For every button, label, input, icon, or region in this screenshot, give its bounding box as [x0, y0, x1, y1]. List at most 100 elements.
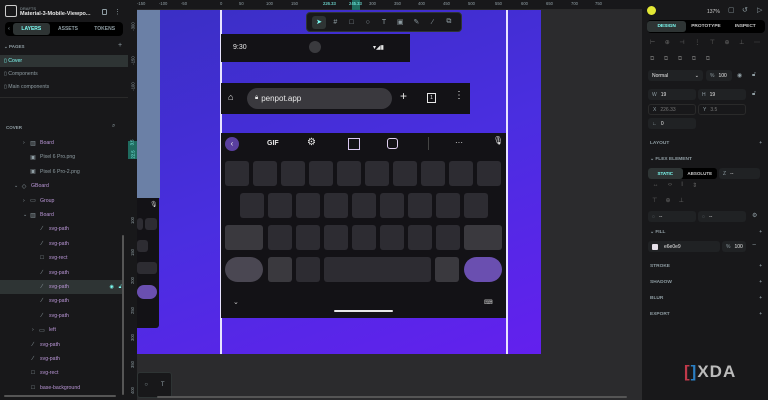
keyboard-key[interactable] — [380, 225, 404, 250]
layers-scrollbar[interactable] — [122, 235, 124, 395]
keyboard-key[interactable] — [421, 161, 445, 186]
keyboard-key[interactable] — [296, 257, 320, 282]
absolute-option[interactable]: ABSOLUTE — [683, 168, 718, 179]
keyboard-key[interactable] — [225, 161, 249, 186]
stroke-section[interactable]: STROKE + — [650, 264, 762, 269]
ellipse-tool-icon[interactable]: ○ — [361, 16, 375, 29]
keyboard-key[interactable] — [408, 225, 432, 250]
keyboard-key[interactable] — [296, 193, 320, 218]
keyboard-key[interactable] — [352, 193, 376, 218]
keyboard-key[interactable] — [464, 193, 488, 218]
keyboard-key[interactable] — [380, 193, 404, 218]
sizing-tools[interactable]: ↔ ‹› I ⇕ — [648, 182, 702, 189]
y-input[interactable]: Y 3.5 — [698, 104, 746, 115]
max-input[interactable]: ◌ -- — [698, 211, 746, 222]
keyboard-key[interactable] — [268, 193, 292, 218]
toggle-panel-icon[interactable] — [102, 9, 107, 15]
move-tool-icon[interactable]: ➤ — [312, 15, 327, 29]
keyboard-switch-icon[interactable]: ⌨ — [484, 299, 493, 306]
status-bar[interactable]: 9:30 ▾◢▮ — [221, 34, 410, 62]
overflow-menu-icon[interactable]: ⋮ — [454, 90, 464, 101]
pages-title[interactable]: ⌄ PAGES — [4, 44, 24, 50]
add-shadow-icon[interactable]: + — [759, 280, 762, 285]
selected-scan-icon[interactable] — [348, 138, 360, 150]
plugins-tool-icon[interactable]: ⧉ — [442, 16, 456, 29]
add-export-icon[interactable]: + — [759, 312, 762, 317]
zoom-level[interactable]: 137% — [707, 9, 720, 15]
visibility-icon[interactable]: ◉ — [737, 72, 742, 79]
keyboard-key[interactable] — [268, 225, 292, 250]
url-field[interactable]: 🔒︎ penpot.app — [247, 88, 392, 109]
proportion-lock-icon[interactable]: 🔓︎ — [752, 91, 756, 98]
avatar[interactable] — [647, 6, 656, 15]
keyboard-key[interactable] — [408, 193, 432, 218]
add-blur-icon[interactable]: + — [759, 296, 762, 301]
layer-item[interactable]: □ svg-rect — [0, 366, 124, 380]
keyboard-key[interactable] — [253, 161, 277, 186]
layout-section[interactable]: LAYOUT + — [650, 141, 762, 146]
layer-item[interactable]: ▣ Pixel 6 Pro.png — [0, 150, 124, 164]
tab-count[interactable]: 1 — [427, 93, 436, 103]
keyboard-key[interactable] — [324, 257, 431, 282]
keyboard-key[interactable] — [477, 161, 501, 186]
keyboard-key[interactable] — [240, 193, 264, 218]
align-tools[interactable]: ⊢ ⊕ ⊣ ⋮ ⊤ ⊕ ⊥ ⋯ — [650, 39, 760, 46]
circle-tool-icon[interactable]: ○ — [144, 382, 148, 388]
keyboard-key[interactable] — [464, 257, 502, 282]
keyboard-key[interactable] — [337, 161, 361, 186]
horizontal-scrollbar[interactable] — [4, 395, 116, 397]
play-icon[interactable]: ▷ — [757, 6, 762, 14]
keyboard-key[interactable] — [449, 161, 473, 186]
text-tool-icon[interactable]: T — [377, 16, 391, 29]
add-fill-icon[interactable]: + — [759, 230, 762, 235]
layer-item[interactable]: ∕ svg-path — [0, 266, 124, 280]
history-icon[interactable]: ↺ — [742, 6, 748, 14]
x-input[interactable]: X 226.33 — [648, 104, 696, 115]
mic-icon[interactable]: 🎙︎ — [493, 136, 503, 145]
radius-input[interactable]: ∟ 0 — [648, 118, 696, 129]
search-icon[interactable]: ⌕ — [112, 123, 115, 130]
tab-prototype[interactable]: PROTOTYPE — [686, 21, 725, 32]
shadow-section[interactable]: SHADOW + — [650, 280, 762, 285]
keyboard-key[interactable] — [225, 257, 263, 282]
keyboard-key[interactable] — [324, 225, 348, 250]
remove-fill-icon[interactable]: − — [752, 242, 756, 249]
export-section[interactable]: EXPORT + — [650, 312, 762, 317]
z-index-input[interactable]: Z -- — [719, 168, 760, 179]
rectangle-tool-icon[interactable]: □ — [345, 16, 359, 29]
page-main-components[interactable]: ▯ Main components — [0, 81, 128, 93]
layer-item[interactable]: ⌄ ◇ GBoard — [0, 179, 124, 193]
height-input[interactable]: H 19 — [698, 89, 746, 100]
penpot-logo-icon[interactable] — [5, 5, 17, 17]
self-align-tools[interactable]: ⊤ ⊕ ⊥ — [648, 197, 688, 204]
boolean-tools[interactable]: ⧉ ⧉ ⧉ ⧉ ⧉ — [650, 56, 710, 63]
fill-opacity-input[interactable]: % 100 — [722, 241, 746, 252]
keyboard-key[interactable] — [281, 161, 305, 186]
settings-icon[interactable]: ⚙ — [307, 137, 316, 148]
add-layout-icon[interactable]: + — [759, 141, 762, 146]
layer-item[interactable]: › ▭ Group — [0, 194, 124, 208]
board-tool-icon[interactable]: # — [328, 16, 342, 29]
keyboard-key[interactable] — [268, 257, 292, 282]
layer-item[interactable]: ⌄ ▥ Board — [0, 208, 124, 222]
width-input[interactable]: W 19 — [648, 89, 696, 100]
fill-swatch[interactable] — [652, 243, 658, 250]
fill-color-input[interactable]: e6e0e9 — [648, 241, 720, 252]
keyboard-key[interactable] — [435, 257, 459, 282]
layer-item[interactable]: › ▭ left — [0, 323, 124, 337]
layer-item[interactable]: ∕ svg-path ◉ 🔓︎ — [0, 280, 124, 294]
lock-icon[interactable]: 🔓︎ — [752, 72, 756, 79]
layer-item[interactable]: ∕ svg-path — [0, 338, 124, 352]
more-icon[interactable]: ··· — [455, 138, 463, 147]
cover-board[interactable]: 🎙︎ 9:30 ▾◢▮ ⌂ 🔒︎ penpot.app + 1 ⋮ ‹ GIF ⚙ — [137, 10, 541, 354]
file-name[interactable]: Material-3-Mobile-Viewpo... — [20, 11, 91, 17]
static-option[interactable]: STATIC — [648, 168, 683, 179]
layer-item[interactable]: › ▥ Board — [0, 136, 124, 150]
comments-icon[interactable]: ▢ — [728, 6, 735, 14]
back-icon[interactable]: ‹ — [225, 137, 239, 151]
pencil-tool-icon[interactable]: ✎ — [409, 16, 423, 29]
canvas-horizontal-scrollbar[interactable] — [157, 396, 627, 398]
blend-mode-select[interactable]: Normal ⌄ — [648, 70, 703, 81]
image-tool-icon[interactable]: ▣ — [393, 16, 407, 29]
layer-item[interactable]: ▣ Pixel 6 Pro-2.png — [0, 165, 124, 179]
